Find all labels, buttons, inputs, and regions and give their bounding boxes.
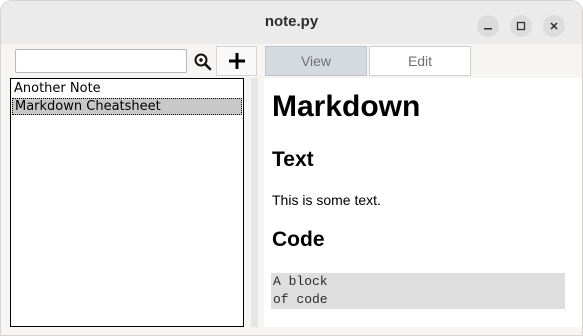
search-input[interactable] [15, 49, 187, 73]
list-item-selected[interactable]: Markdown Cheatsheet [12, 98, 242, 115]
maximize-icon [516, 21, 526, 31]
close-icon [550, 22, 558, 30]
divider-grip[interactable] [251, 78, 258, 327]
maximize-button[interactable] [510, 15, 532, 37]
preview-heading-code: Code [272, 228, 325, 251]
preview-paragraph: This is some text. [272, 192, 381, 208]
search-button[interactable] [191, 50, 215, 74]
preview-heading-text: Text [272, 148, 314, 171]
zoom-icon [194, 53, 212, 71]
markdown-preview: Markdown Text This is some text. Code A … [264, 78, 582, 327]
preview-heading-1: Markdown [272, 90, 421, 123]
add-note-button[interactable] [216, 46, 257, 76]
title-bar[interactable]: note.py [1, 1, 582, 44]
tab-edit[interactable]: Edit [369, 46, 471, 76]
app-window: note.py View Edit Another Note Markdown … [0, 0, 583, 336]
preview-code-block: A block of code [271, 273, 565, 309]
note-list[interactable]: Another Note Markdown Cheatsheet [10, 78, 244, 327]
minimize-icon [484, 28, 492, 30]
list-item[interactable]: Another Note [12, 80, 242, 97]
close-button[interactable] [543, 15, 565, 37]
plus-icon [228, 53, 245, 69]
minimize-button[interactable] [477, 15, 499, 37]
tab-view[interactable]: View [265, 46, 367, 76]
pane-divider[interactable] [247, 78, 262, 327]
